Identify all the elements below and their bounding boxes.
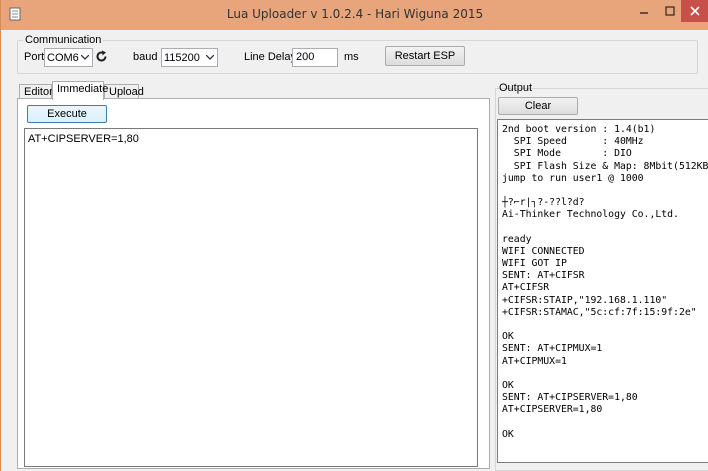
output-group-label: Output: [499, 82, 533, 94]
tab-editor[interactable]: Editor: [19, 84, 53, 99]
title-bar[interactable]: Lua Uploader v 1.0.2.4 - Hari Wiguna 201…: [1, 0, 708, 30]
line-delay-unit: ms: [344, 51, 359, 63]
refresh-icon[interactable]: [95, 50, 109, 64]
communication-group-label: Communication: [23, 34, 104, 46]
chevron-down-icon: [79, 49, 92, 66]
output-line: AT+CIPMUX=1: [502, 355, 567, 367]
line-delay-label: Line Delay: [244, 51, 296, 63]
output-line: AT+CIFSR: [502, 282, 550, 294]
output-line: +CIFSR:STAMAC,"5c:cf:7f:15:9f:2e": [502, 306, 697, 318]
output-line: SPI Flash Size & Map: 8Mbit(512KB+512KB): [513, 160, 708, 172]
output-line: WIFI GOT IP: [502, 258, 567, 270]
port-select[interactable]: COM6: [44, 48, 93, 67]
baud-select[interactable]: 115200: [161, 48, 218, 67]
baud-label: baud: [133, 51, 158, 63]
output-line: OK: [502, 379, 514, 391]
output-line: Ai-Thinker Technology Co.,Ltd.: [502, 209, 679, 221]
immediate-tab-panel: Execute AT+CIPSERVER=1,80: [17, 98, 490, 469]
close-button[interactable]: [681, 0, 708, 22]
tab-upload[interactable]: Upload: [104, 84, 144, 99]
minimize-button[interactable]: [631, 0, 657, 22]
output-line: +CIFSR:STAIP,"192.168.1.110": [502, 294, 668, 306]
port-label: Port: [24, 51, 45, 63]
close-icon: [690, 6, 700, 16]
execute-button[interactable]: Execute: [27, 105, 107, 123]
output-line: OK: [502, 331, 514, 343]
maximize-icon: [665, 6, 675, 16]
output-line: SENT: AT+CIPMUX=1: [502, 343, 603, 355]
tab-immediate[interactable]: Immediate: [52, 81, 108, 100]
line-delay-input[interactable]: 200: [292, 48, 338, 67]
output-line: SENT: AT+CIFSR: [502, 270, 585, 282]
output-console[interactable]: 2nd boot version : 1.4(b1) SPI Speed : 4…: [497, 119, 708, 463]
output-line: AT+CIPSERVER=1,80: [502, 404, 603, 416]
window-title: Lua Uploader v 1.0.2.4 - Hari Wiguna 201…: [226, 7, 484, 21]
output-line: ┼?⌐r|┐?-??l?d?: [502, 197, 585, 209]
output-line: ready: [502, 233, 532, 245]
restart-esp-button[interactable]: Restart ESP: [385, 46, 465, 66]
output-line: OK: [502, 428, 514, 440]
port-value: COM6: [47, 51, 79, 64]
output-line: WIFI CONNECTED: [502, 245, 585, 257]
minimize-icon: [640, 12, 648, 14]
output-line: SPI Mode : DIO: [502, 148, 632, 160]
maximize-button[interactable]: [657, 0, 683, 22]
clear-button[interactable]: Clear: [498, 97, 578, 115]
output-line: jump to run user1 @ 1000: [502, 172, 644, 184]
output-line: 2nd boot version : 1.4(b1): [502, 124, 656, 135]
output-line: SPI Speed : 40MHz: [502, 136, 644, 148]
baud-value: 115200: [164, 51, 200, 64]
output-line: SENT: AT+CIPSERVER=1,80: [502, 392, 638, 404]
app-window: Lua Uploader v 1.0.2.4 - Hari Wiguna 201…: [0, 0, 708, 471]
chevron-down-icon: [203, 49, 217, 66]
command-input[interactable]: AT+CIPSERVER=1,80: [24, 128, 478, 467]
